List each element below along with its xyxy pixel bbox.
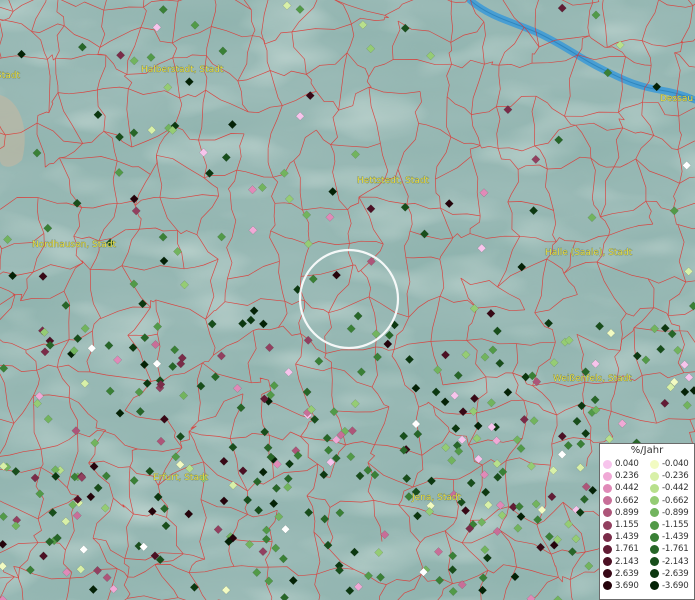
legend-row: 0.236: [600, 470, 647, 482]
legend-column-negative: -0.040 -0.236 -0.442 -0.662 -0.899 -1.155 -1.4…: [647, 458, 694, 592]
legend-row: -1.761: [647, 543, 694, 555]
city-label-dessau: Dessau: [660, 94, 693, 104]
legend-row: -3.690: [647, 580, 694, 592]
legend-swatch: [650, 459, 659, 469]
legend-value: -0.040: [662, 459, 689, 470]
legend-row: 0.662: [600, 495, 647, 507]
city-label-weissenfels: Weißenfels, Stadt: [553, 374, 632, 384]
legend-swatch: [650, 569, 659, 579]
legend-value: -2.143: [662, 556, 689, 567]
legend-value: -3.690: [662, 580, 689, 591]
city-label-jena: Jena, Stadt: [411, 493, 462, 503]
legend-swatch: [650, 496, 659, 506]
legend-value: 2.143: [615, 556, 639, 567]
legend-swatch: [603, 557, 612, 567]
legend-swatch: [603, 569, 612, 579]
legend-value: 0.442: [615, 483, 639, 494]
legend-row: 1.155: [600, 519, 647, 531]
legend-swatch: [650, 557, 659, 567]
legend-row: 0.040: [600, 458, 647, 470]
legend-row: -0.442: [647, 482, 694, 494]
legend-value: -0.236: [662, 471, 689, 482]
legend-row: -2.143: [647, 556, 694, 568]
city-label-edge-left: Stadt: [0, 71, 20, 81]
legend-value: 2.639: [615, 568, 639, 579]
legend-row: 3.690: [600, 580, 647, 592]
legend-value: 0.899: [615, 507, 639, 518]
legend-swatch: [603, 471, 612, 481]
legend-swatch: [603, 483, 612, 493]
legend-value: 0.662: [615, 495, 639, 506]
legend-row: 2.143: [600, 556, 647, 568]
legend-value: -2.639: [662, 568, 689, 579]
legend-value: 0.236: [615, 471, 639, 482]
legend-swatch: [650, 532, 659, 542]
legend-swatch: [650, 581, 659, 591]
legend-value: 3.690: [615, 580, 639, 591]
legend-row: 2.639: [600, 568, 647, 580]
legend-value: -1.439: [662, 532, 689, 543]
legend-row: 1.439: [600, 531, 647, 543]
legend-row: -1.155: [647, 519, 694, 531]
legend-column-positive: 0.040 0.236 0.442 0.662 0.899 1.155 1.439 1.761…: [600, 458, 647, 592]
legend-row: -0.899: [647, 507, 694, 519]
legend-swatch: [603, 459, 612, 469]
legend-swatch: [603, 581, 612, 591]
legend-row: -0.236: [647, 470, 694, 482]
legend-row: -0.040: [647, 458, 694, 470]
legend-swatch: [650, 544, 659, 554]
legend-value: -0.442: [662, 483, 689, 494]
map-canvas[interactable]: Halberstadt, Stadt Hettstedt, Stadt Nord…: [0, 0, 695, 600]
legend-value: -0.662: [662, 495, 689, 506]
legend-value: 0.040: [615, 459, 639, 470]
legend-swatch: [603, 532, 612, 542]
city-label-hettstedt: Hettstedt, Stadt: [357, 176, 430, 186]
legend-swatch: [603, 520, 612, 530]
city-label-halberstadt: Halberstadt, Stadt: [141, 65, 224, 75]
city-label-halle: Halle (Saale), Stadt: [545, 248, 633, 258]
legend-swatch: [603, 544, 612, 554]
legend-value: -1.155: [662, 520, 689, 531]
legend-title: %/Jahr: [630, 445, 664, 456]
legend-row: -0.662: [647, 495, 694, 507]
legend-value: -0.899: [662, 507, 689, 518]
legend-row: 0.442: [600, 482, 647, 494]
legend-value: 1.155: [615, 520, 639, 531]
legend-swatch: [650, 520, 659, 530]
city-label-erfurt: Erfurt, Stadt: [153, 473, 209, 483]
legend-value: 1.439: [615, 532, 639, 543]
legend-row: -2.639: [647, 568, 694, 580]
city-label-nordhausen: Nordhausen, Stadt: [32, 240, 117, 250]
legend-value: 1.761: [615, 544, 639, 555]
legend-swatch: [650, 471, 659, 481]
legend-swatch: [603, 496, 612, 506]
legend-row: -1.439: [647, 531, 694, 543]
legend-swatch: [650, 508, 659, 518]
legend-swatch: [650, 483, 659, 493]
legend-row: 0.899: [600, 507, 647, 519]
legend-value: -1.761: [662, 544, 689, 555]
legend-swatch: [603, 508, 612, 518]
legend-row: 1.761: [600, 543, 647, 555]
legend: %/Jahr 0.040 0.236 0.442 0.662 0.899 1.155 1.4…: [599, 443, 695, 600]
